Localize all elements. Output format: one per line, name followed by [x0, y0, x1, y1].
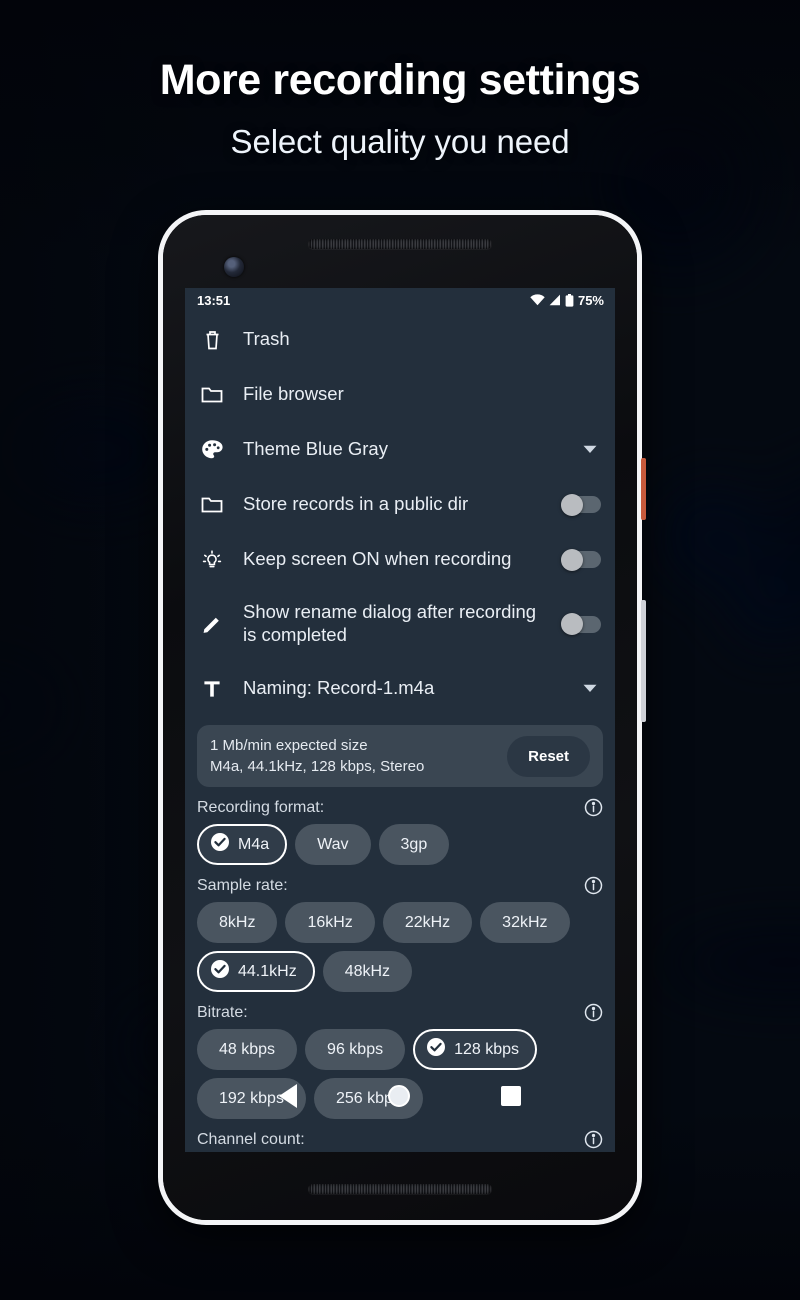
settings-row-naming[interactable]: Naming: Record-1.m4a: [199, 661, 601, 716]
section-header: Recording format:: [197, 798, 603, 817]
chip-16khz[interactable]: 16kHz: [285, 902, 375, 943]
chip-label: 22kHz: [404, 913, 451, 931]
settings-row-trash[interactable]: Trash: [199, 312, 601, 367]
wifi-icon: [530, 294, 545, 306]
chip-label: 96 kbps: [327, 1040, 384, 1058]
phone-screen: 13:51 75% Trash File browser Theme Blue …: [185, 288, 615, 1152]
volume-rocker-button[interactable]: [641, 600, 646, 722]
chip-label: M4a: [238, 835, 270, 853]
check-circle-icon: [210, 959, 230, 984]
bulb-icon: [199, 549, 225, 571]
settings-row-store-public-dir[interactable]: Store records in a public dir: [199, 477, 601, 532]
bottom-speaker: [308, 1184, 492, 1194]
chip-96kbps[interactable]: 96 kbps: [305, 1029, 406, 1070]
section-title: Recording format:: [197, 798, 325, 816]
chip-label: 16kHz: [307, 913, 353, 931]
expected-size-text: 1 Mb/min expected size M4a, 44.1kHz, 128…: [210, 735, 507, 778]
settings-row-label: Theme Blue Gray: [243, 438, 388, 460]
reset-button[interactable]: Reset: [507, 735, 590, 777]
section-title: Bitrate:: [197, 1003, 248, 1021]
chip-3gp[interactable]: 3gp: [378, 824, 450, 865]
power-button[interactable]: [641, 458, 646, 520]
section-header: Sample rate:: [197, 876, 603, 895]
chip-8khz[interactable]: 8kHz: [197, 902, 278, 943]
keep-screen-on-toggle[interactable]: [561, 548, 601, 571]
status-time: 13:51: [197, 292, 231, 308]
chip-128kbps[interactable]: 128 kbps: [413, 1029, 538, 1070]
chip-label: 192 kbps: [219, 1089, 284, 1107]
chip-44-1khz[interactable]: 44.1kHz: [197, 951, 315, 992]
info-icon[interactable]: [584, 798, 603, 817]
info-icon[interactable]: [584, 1130, 603, 1149]
sample-rate-chips: 8kHz 16kHz 22kHz 32kHz 44.1kHz 48kHz: [197, 902, 603, 992]
folder-icon: [199, 496, 225, 514]
back-nav-icon[interactable]: [278, 1084, 297, 1108]
rename-dialog-toggle[interactable]: [561, 613, 601, 635]
settings-list: Trash File browser Theme Blue Gray Store…: [185, 312, 615, 716]
promo-headings: More recording settings Select quality y…: [0, 0, 800, 161]
section-title: Sample rate:: [197, 876, 288, 894]
settings-row-theme[interactable]: Theme Blue Gray: [199, 422, 601, 477]
pencil-icon: [199, 614, 225, 634]
text-format-icon: [199, 680, 225, 698]
status-bar: 13:51 75%: [185, 288, 615, 312]
palette-icon: [199, 439, 225, 461]
chip-label: 48 kbps: [219, 1040, 276, 1058]
battery-percent: 75%: [577, 292, 604, 308]
chip-22khz[interactable]: 22kHz: [382, 902, 473, 943]
earpiece-speaker: [308, 239, 492, 249]
status-indicators: 75%: [530, 293, 604, 308]
expected-size-line2: M4a, 44.1kHz, 128 kbps, Stereo: [210, 758, 425, 775]
expected-size-line1: 1 Mb/min expected size: [210, 736, 368, 754]
phone-mockup: 13:51 75% Trash File browser Theme Blue …: [158, 210, 646, 1225]
battery-icon: [565, 293, 574, 307]
settings-row-keep-screen-on[interactable]: Keep screen ON when recording: [199, 532, 601, 587]
chip-label: Wav: [317, 835, 349, 853]
chip-wav[interactable]: Wav: [295, 824, 371, 865]
section-header: Channel count:: [197, 1130, 603, 1149]
chip-label: 128 kbps: [454, 1040, 520, 1058]
chip-label: 32kHz: [502, 913, 548, 931]
chip-label: 3gp: [400, 835, 428, 853]
recents-nav-icon[interactable]: [501, 1086, 522, 1106]
check-circle-icon: [426, 1037, 446, 1062]
chip-m4a[interactable]: M4a: [197, 824, 288, 865]
store-public-dir-toggle[interactable]: [561, 493, 601, 516]
signal-icon: [549, 294, 561, 306]
info-icon[interactable]: [584, 1003, 603, 1022]
settings-row-label: Store records in a public dir: [243, 493, 469, 515]
settings-row-label: Naming: Record-1.m4a: [243, 677, 435, 699]
home-nav-icon[interactable]: [387, 1085, 410, 1107]
settings-row-rename-dialog[interactable]: Show rename dialog after recording is co…: [199, 587, 601, 661]
page-subtitle: Select quality you need: [230, 123, 570, 161]
chip-label: 48kHz: [344, 962, 391, 980]
chip-label: 8kHz: [219, 913, 256, 931]
settings-row-file-browser[interactable]: File browser: [199, 367, 601, 422]
chip-32khz[interactable]: 32kHz: [480, 902, 570, 943]
expected-size-panel: 1 Mb/min expected size M4a, 44.1kHz, 128…: [197, 725, 603, 787]
chip-label: 44.1kHz: [238, 962, 297, 980]
folder-icon: [199, 386, 225, 404]
chip-48kbps[interactable]: 48 kbps: [197, 1029, 298, 1070]
chevron-down-icon[interactable]: [579, 445, 601, 454]
section-recording-format: Recording format: M4a Wav 3gp: [185, 798, 615, 865]
recording-format-chips: M4a Wav 3gp: [197, 824, 603, 865]
chip-48khz[interactable]: 48kHz: [322, 951, 413, 992]
section-sample-rate: Sample rate: 8kHz 16kHz 22kHz 32kHz 44.1…: [185, 876, 615, 992]
info-icon[interactable]: [584, 876, 603, 895]
settings-row-label: Show rename dialog after recording is co…: [243, 601, 537, 645]
section-title: Channel count:: [197, 1130, 305, 1148]
section-channel-count: Channel count:: [185, 1130, 615, 1149]
page-title: More recording settings: [159, 56, 641, 104]
section-header: Bitrate:: [197, 1003, 603, 1022]
chevron-down-icon[interactable]: [579, 684, 601, 693]
settings-row-label: File browser: [243, 383, 344, 405]
front-camera-icon: [224, 257, 244, 277]
check-circle-icon: [210, 832, 230, 857]
settings-row-label: Keep screen ON when recording: [243, 548, 512, 570]
settings-row-label: Trash: [243, 328, 290, 350]
trash-icon: [199, 329, 225, 350]
